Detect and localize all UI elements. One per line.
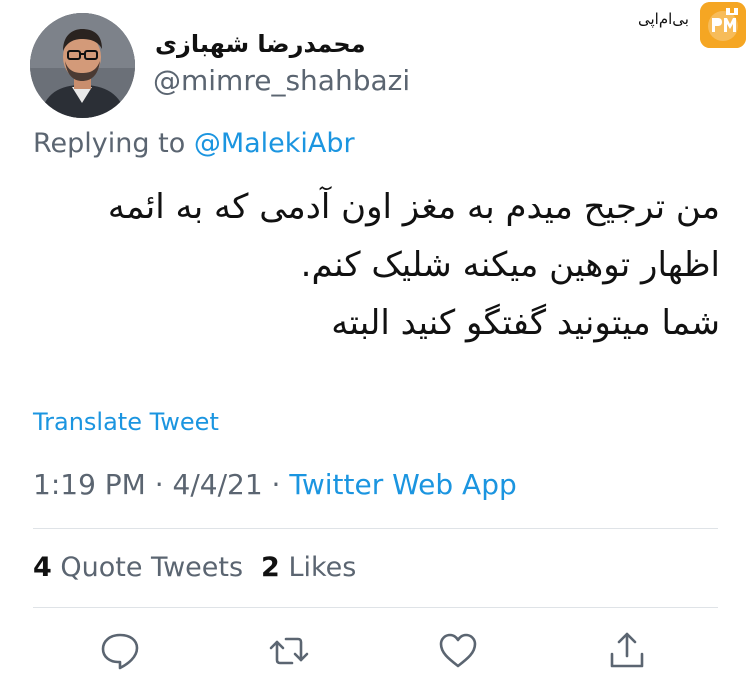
translate-tweet-link[interactable]: Translate Tweet — [33, 408, 219, 436]
tweet-date[interactable]: 4/4/21 — [173, 468, 263, 501]
avatar[interactable] — [30, 13, 135, 118]
user-handle[interactable]: @mimre_shahbazi — [153, 64, 410, 97]
heart-icon — [439, 633, 477, 668]
quote-count: 4 — [33, 552, 52, 583]
tweet-line: من ترجیح میدم به مغز اون آدمی که به ائمه — [107, 187, 720, 227]
meta-separator: · — [145, 468, 173, 501]
replying-mention-link[interactable]: @MalekiAbr — [194, 128, 355, 159]
tweet-detail: محمدرضا شهبازی @mimre_shahbazi بی‌ام‌اپی… — [0, 0, 749, 686]
quote-tweets-stat[interactable]: 4 Quote Tweets — [33, 552, 243, 583]
divider — [33, 607, 718, 608]
display-name[interactable]: محمدرضا شهبازی — [155, 30, 366, 58]
replying-to: Replying to @MalekiAbr — [33, 128, 355, 159]
like-button[interactable] — [437, 630, 479, 672]
tweet-text: من ترجیح میدم به مغز اون آدمی که به ائمه… — [20, 178, 720, 352]
tweet-time[interactable]: 1:19 PM — [33, 468, 146, 501]
retweet-button[interactable] — [268, 630, 310, 672]
reply-button[interactable] — [99, 630, 141, 672]
share-button[interactable] — [606, 630, 648, 672]
watermark-text: بی‌ام‌اپی — [638, 10, 689, 28]
action-bar — [0, 630, 749, 674]
like-count: 2 — [261, 552, 280, 583]
meta-separator: · — [262, 468, 290, 501]
pm-up-logo-icon — [700, 2, 746, 48]
quote-label: Quote Tweets — [60, 552, 244, 583]
divider — [33, 528, 718, 529]
share-upload-icon — [610, 632, 644, 668]
tweet-line: شما میتونید گفتگو کنید البته — [331, 303, 720, 343]
tweet-line: اظهار توهین میکنه شلیک کنم. — [300, 245, 720, 285]
tweet-meta: 1:19 PM · 4/4/21 · Twitter Web App — [33, 468, 517, 501]
watermark-badge — [700, 2, 746, 48]
replying-prefix: Replying to — [33, 128, 186, 159]
tweet-source-link[interactable]: Twitter Web App — [289, 468, 516, 501]
likes-label: Likes — [288, 552, 357, 583]
profile-photo — [30, 13, 135, 118]
likes-stat[interactable]: 2 Likes — [261, 552, 356, 583]
watermark-logo: بی‌ام‌اپی — [638, 2, 746, 48]
retweet-arrows-icon — [269, 637, 309, 665]
tweet-stats: 4 Quote Tweets 2 Likes — [33, 552, 356, 583]
speech-bubble-icon — [101, 633, 139, 670]
